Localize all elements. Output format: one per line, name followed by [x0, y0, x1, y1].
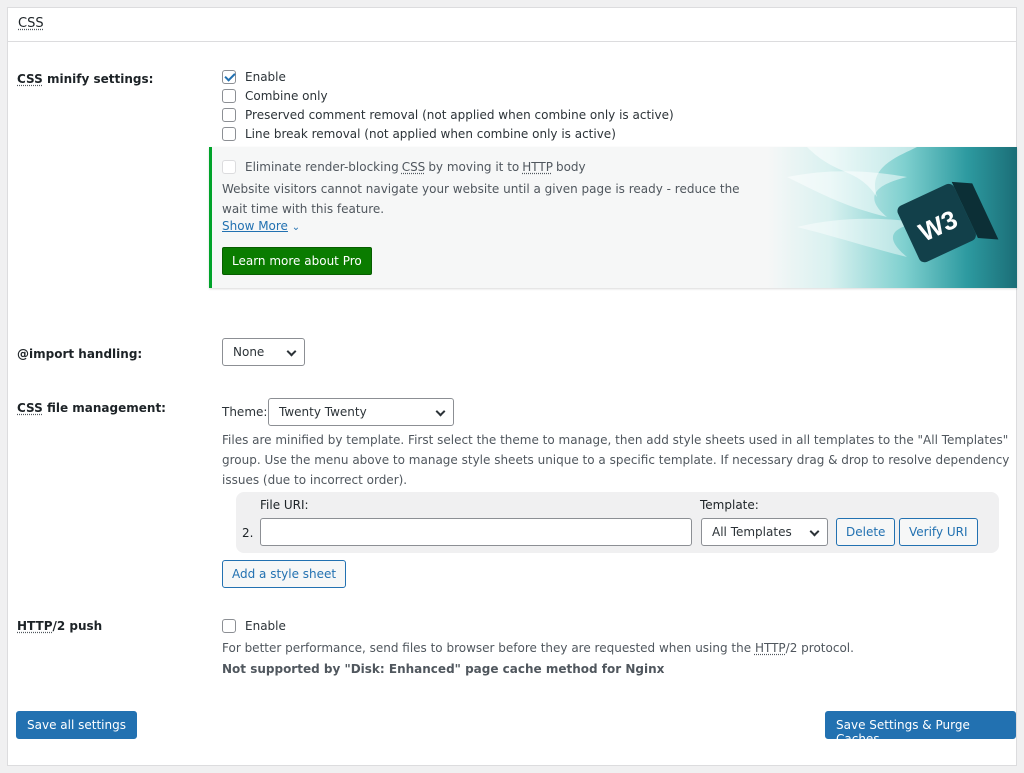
learn-more-pro-button[interactable]: Learn more about Pro [222, 247, 372, 275]
import-handling-label: @import handling: [17, 347, 143, 361]
save-all-settings-button[interactable]: Save all settings [16, 711, 137, 739]
template-select[interactable]: All Templates [701, 518, 828, 546]
defer-css-option[interactable]: Eliminate render-blocking CSS by moving … [222, 157, 762, 176]
minify-options: Enable Combine only Preserved comment re… [222, 67, 674, 143]
theme-label: Theme: [222, 405, 268, 419]
pro-feature-promo: W3 Eliminate render-blocking CSS by movi… [209, 147, 1017, 288]
combine-only-checkbox[interactable] [222, 88, 236, 103]
css-settings-panel: CSS CSS minify settings: Enable Combine … [7, 7, 1017, 766]
http2-enable-checkbox[interactable] [222, 618, 236, 633]
http2-push-label: HTTP/2 push [17, 619, 103, 633]
defer-css-checkbox[interactable] [222, 159, 236, 174]
file-management-label: CSS file management: [17, 401, 166, 415]
import-handling-select[interactable]: None [222, 338, 305, 366]
delete-button[interactable]: Delete [836, 518, 896, 546]
chevron-down-icon [809, 526, 820, 537]
chevron-down-icon [435, 406, 446, 417]
http2-description: For better performance, send files to br… [222, 641, 854, 655]
file-uri-input[interactable] [260, 518, 692, 546]
style-sheet-row[interactable]: File URI: Template: 2. All Templates Del… [236, 492, 999, 553]
http2-note: Not supported by "Disk: Enhanced" page c… [222, 662, 665, 676]
combine-only-option[interactable]: Combine only [222, 86, 674, 105]
minify-settings-label: CSS minify settings: [17, 72, 154, 86]
theme-select[interactable]: Twenty Twenty [268, 398, 454, 426]
file-management-description: Files are minified by template. First se… [222, 433, 1010, 487]
line-break-option[interactable]: Line break removal (not applied when com… [222, 124, 674, 143]
chevron-down-icon: ⌄ [291, 222, 301, 233]
line-break-checkbox[interactable] [222, 126, 236, 141]
http2-enable-option[interactable]: Enable [222, 616, 286, 635]
verify-uri-button[interactable]: Verify URI [899, 518, 978, 546]
chevron-down-icon [286, 346, 297, 357]
preserve-comments-option[interactable]: Preserved comment removal (not applied w… [222, 105, 674, 124]
enable-checkbox[interactable] [222, 69, 236, 84]
row-index: 2. [242, 526, 254, 540]
w3-logo-icon: W3 [787, 147, 999, 263]
preserve-comments-checkbox[interactable] [222, 107, 236, 122]
section-title: CSS [18, 16, 44, 31]
save-purge-caches-button[interactable]: Save Settings & Purge Caches [825, 711, 1016, 746]
promo-artwork: W3 [767, 147, 1017, 288]
promo-description: Website visitors cannot navigate your we… [222, 182, 740, 216]
add-style-sheet-button[interactable]: Add a style sheet [222, 560, 347, 588]
template-header: Template: [700, 498, 759, 512]
minify-enable-option[interactable]: Enable [222, 67, 674, 86]
show-more-link[interactable]: Show More [222, 219, 288, 233]
file-uri-header: File URI: [260, 498, 309, 512]
section-header: CSS [8, 8, 1016, 42]
